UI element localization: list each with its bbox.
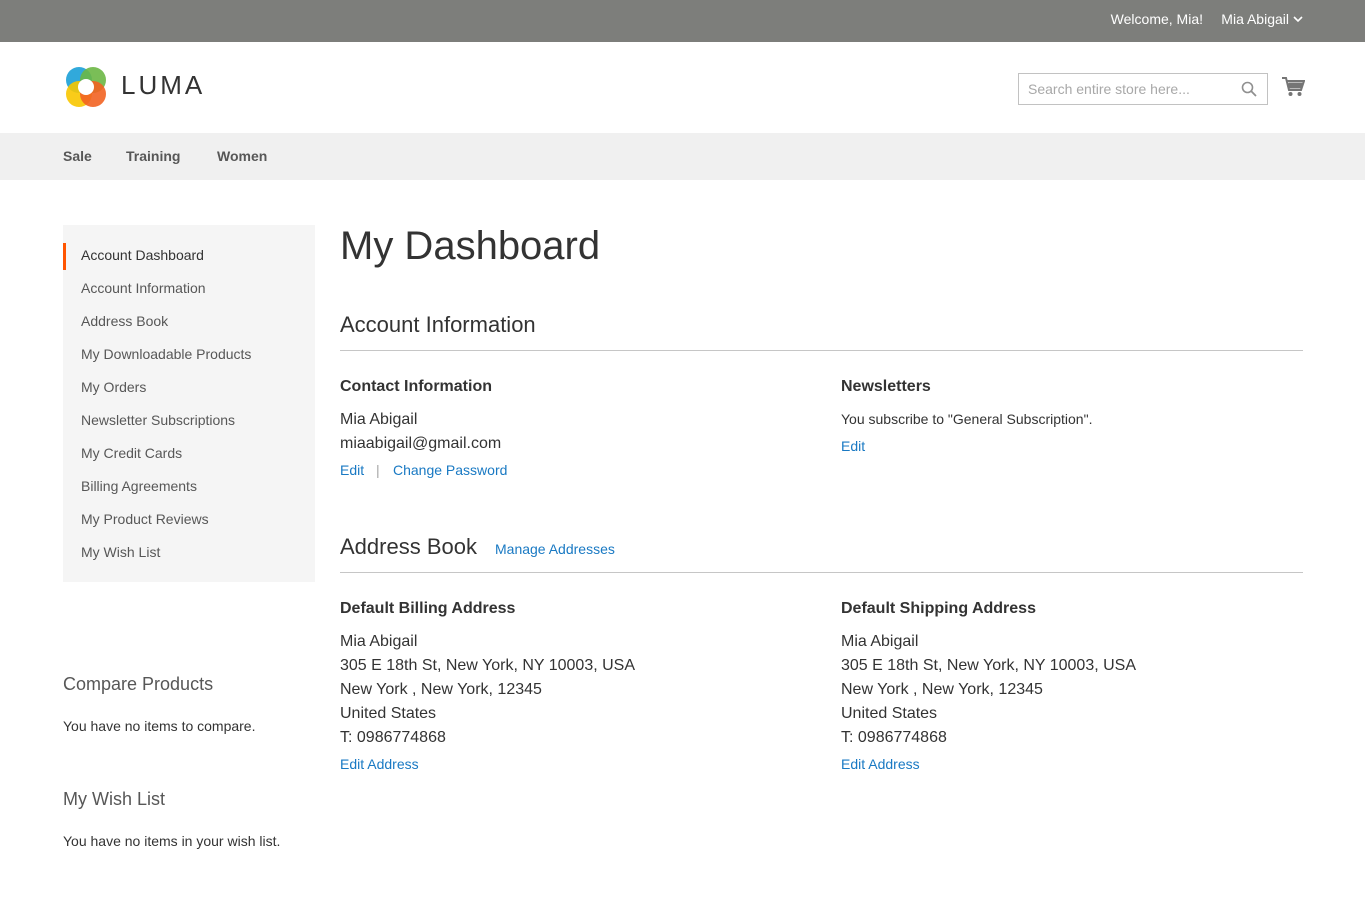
edit-contact-link[interactable]: Edit	[340, 462, 364, 478]
shipping-country: United States	[841, 705, 938, 722]
default-shipping-title: Default Shipping Address	[841, 600, 1036, 617]
sidebar-item-downloadable-products[interactable]: My Downloadable Products	[63, 342, 315, 375]
address-book-title: Address Book	[340, 534, 477, 559]
edit-newsletters-link[interactable]: Edit	[841, 438, 865, 454]
page-title: My Dashboard	[340, 224, 601, 268]
edit-billing-address-link[interactable]: Edit Address	[340, 756, 419, 772]
luma-logo-icon[interactable]	[63, 64, 109, 110]
newsletters-status: You subscribe to "General Subscription".	[841, 411, 1093, 427]
search-box	[1018, 73, 1268, 105]
main-navigation: Sale Training Women	[0, 133, 1365, 180]
billing-phone: T: 0986774868	[340, 729, 446, 746]
sidebar-item-address-book[interactable]: Address Book	[63, 309, 315, 342]
default-billing-title: Default Billing Address	[340, 600, 516, 617]
account-sidebar: Account Dashboard Account Information Ad…	[63, 225, 315, 582]
customer-menu-toggle[interactable]: Mia Abigail	[1221, 11, 1289, 27]
sidebar-item-orders[interactable]: My Orders	[63, 375, 315, 408]
shipping-name: Mia Abigail	[841, 633, 919, 650]
cart-icon[interactable]	[1281, 76, 1305, 98]
contact-email: miaabigail@gmail.com	[340, 435, 502, 452]
link-separator: |	[376, 462, 380, 478]
logo-text[interactable]: LUMA	[121, 70, 205, 101]
account-information-title: Account Information	[340, 312, 536, 337]
nav-item-women[interactable]: Women	[217, 148, 267, 164]
billing-name: Mia Abigail	[340, 633, 418, 650]
billing-street: 305 E 18th St, New York, NY 10003, USA	[340, 657, 635, 674]
edit-shipping-address-link[interactable]: Edit Address	[841, 756, 920, 772]
shipping-phone: T: 0986774868	[841, 729, 947, 746]
contact-information-title: Contact Information	[340, 378, 492, 395]
top-bar: Welcome, Mia! Mia Abigail	[0, 0, 1365, 42]
billing-city: New York , New York, 12345	[340, 681, 542, 698]
sidebar-item-credit-cards[interactable]: My Credit Cards	[63, 441, 315, 474]
shipping-street: 305 E 18th St, New York, NY 10003, USA	[841, 657, 1136, 674]
contact-name: Mia Abigail	[340, 411, 418, 428]
sidebar-item-newsletter-subscriptions[interactable]: Newsletter Subscriptions	[63, 408, 315, 441]
wishlist-title: My Wish List	[63, 789, 166, 809]
search-input[interactable]	[1019, 74, 1229, 104]
manage-addresses-link[interactable]: Manage Addresses	[495, 541, 615, 557]
sidebar-item-wish-list[interactable]: My Wish List	[63, 540, 315, 573]
wishlist-empty: You have no items in your wish list.	[63, 833, 281, 849]
search-icon[interactable]	[1241, 81, 1257, 97]
compare-products-empty: You have no items to compare.	[63, 718, 256, 734]
sidebar-item-product-reviews[interactable]: My Product Reviews	[63, 507, 315, 540]
nav-item-sale[interactable]: Sale	[63, 148, 92, 164]
divider	[340, 572, 1303, 573]
billing-country: United States	[340, 705, 437, 722]
shipping-city: New York , New York, 12345	[841, 681, 1043, 698]
change-password-link[interactable]: Change Password	[393, 462, 507, 478]
sidebar-item-account-dashboard[interactable]: Account Dashboard	[63, 243, 315, 276]
divider	[340, 350, 1303, 351]
chevron-down-icon[interactable]	[1293, 14, 1303, 24]
welcome-message: Welcome, Mia!	[1110, 11, 1203, 27]
sidebar-item-billing-agreements[interactable]: Billing Agreements	[63, 474, 315, 507]
nav-item-training[interactable]: Training	[126, 148, 180, 164]
sidebar-item-account-information[interactable]: Account Information	[63, 276, 315, 309]
header: LUMA	[0, 42, 1365, 133]
compare-products-title: Compare Products	[63, 674, 214, 694]
newsletters-title: Newsletters	[841, 378, 931, 395]
